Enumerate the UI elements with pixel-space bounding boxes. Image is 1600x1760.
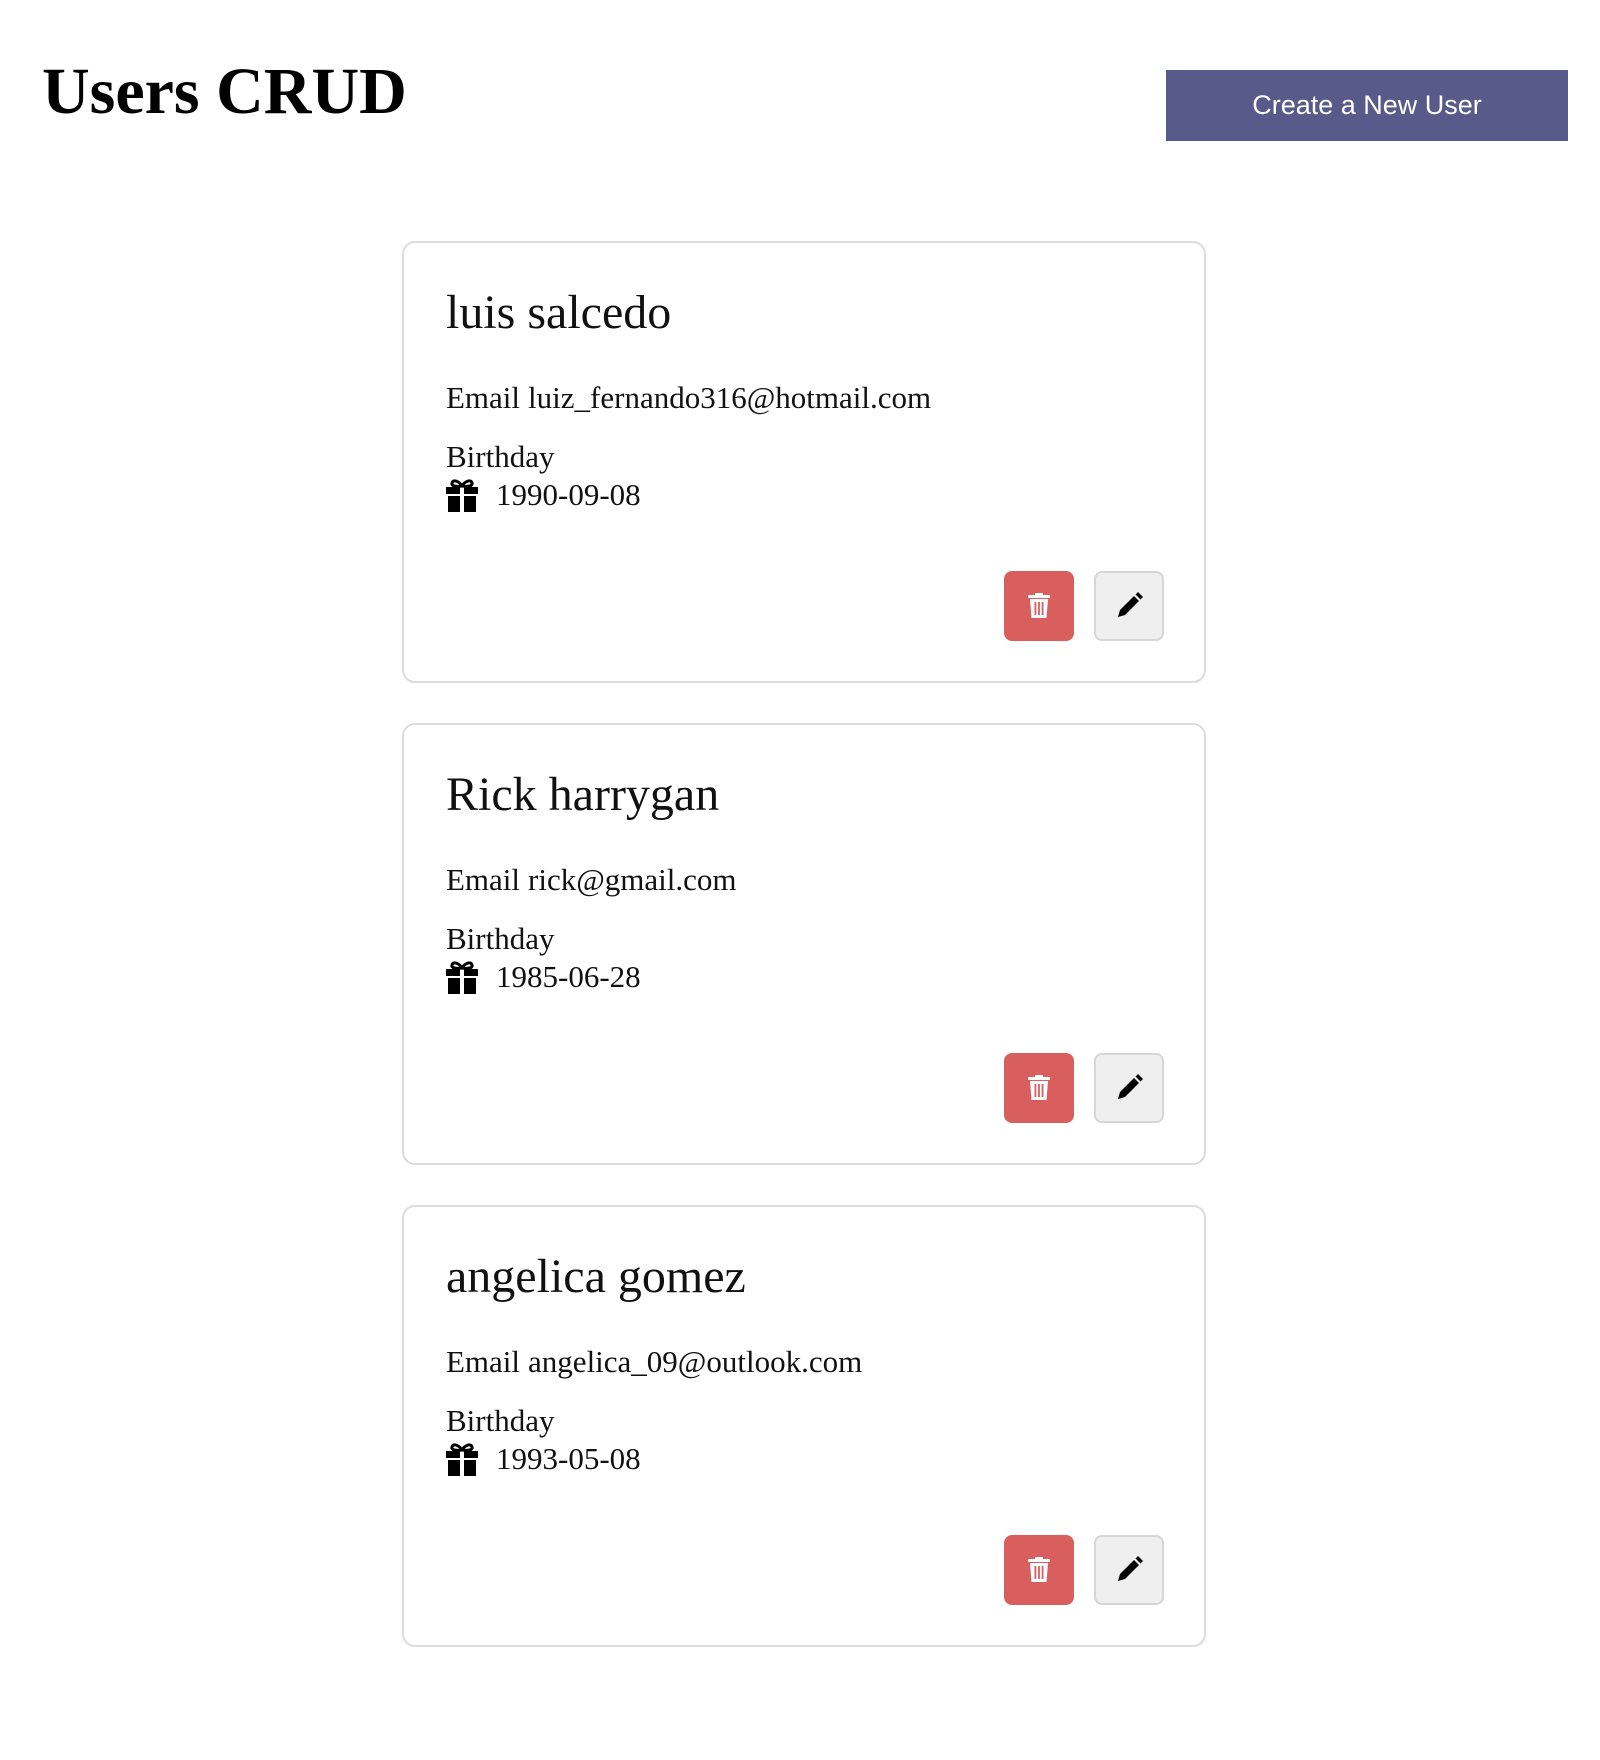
birthday-value: 1993-05-08	[496, 1441, 641, 1476]
delete-user-button[interactable]	[1004, 571, 1074, 641]
user-card: angelica gomez Email angelica_09@outlook.…	[402, 1205, 1206, 1647]
birthday-row: 1985-06-28	[446, 957, 641, 997]
user-card: Rick harrygan Email rick@gmail.com Birthd…	[402, 723, 1206, 1165]
birthday-label: Birthday	[446, 921, 555, 956]
user-name: angelica gomez	[446, 1250, 746, 1303]
edit-user-button[interactable]	[1094, 1053, 1164, 1123]
gift-icon	[446, 960, 478, 994]
pencil-icon	[1115, 592, 1143, 620]
email-value: angelica_09@outlook.com	[528, 1344, 863, 1379]
edit-user-button[interactable]	[1094, 571, 1164, 641]
user-list: luis salcedo Email luiz_fernando316@hotma…	[402, 241, 1206, 1687]
user-name: Rick harrygan	[446, 768, 720, 821]
gift-icon	[446, 1442, 478, 1476]
pencil-icon	[1115, 1074, 1143, 1102]
trash-icon	[1028, 1557, 1050, 1583]
user-email-row: Email angelica_09@outlook.com	[446, 1342, 862, 1382]
email-label: Email	[446, 1344, 521, 1379]
card-actions	[1004, 1535, 1164, 1605]
gift-icon	[446, 478, 478, 512]
page-title: Users CRUD	[42, 55, 407, 128]
card-actions	[1004, 571, 1164, 641]
birthday-row: 1990-09-08	[446, 475, 641, 515]
create-user-button[interactable]: Create a New User	[1166, 70, 1568, 141]
delete-user-button[interactable]	[1004, 1053, 1074, 1123]
email-label: Email	[446, 380, 521, 415]
birthday-row: 1993-05-08	[446, 1439, 641, 1479]
user-name: luis salcedo	[446, 286, 672, 339]
user-email-row: Email rick@gmail.com	[446, 860, 737, 900]
email-label: Email	[446, 862, 521, 897]
user-card: luis salcedo Email luiz_fernando316@hotma…	[402, 241, 1206, 683]
birthday-label: Birthday	[446, 439, 555, 474]
delete-user-button[interactable]	[1004, 1535, 1074, 1605]
edit-user-button[interactable]	[1094, 1535, 1164, 1605]
email-value: luiz_fernando316@hotmail.com	[528, 380, 932, 415]
card-actions	[1004, 1053, 1164, 1123]
pencil-icon	[1115, 1556, 1143, 1584]
birthday-value: 1990-09-08	[496, 477, 641, 512]
birthday-value: 1985-06-28	[496, 959, 641, 994]
page-header: Users CRUD Create a New User	[0, 0, 1600, 160]
trash-icon	[1028, 1075, 1050, 1101]
trash-icon	[1028, 593, 1050, 619]
user-email-row: Email luiz_fernando316@hotmail.com	[446, 378, 931, 418]
email-value: rick@gmail.com	[528, 862, 737, 897]
birthday-label: Birthday	[446, 1403, 555, 1438]
